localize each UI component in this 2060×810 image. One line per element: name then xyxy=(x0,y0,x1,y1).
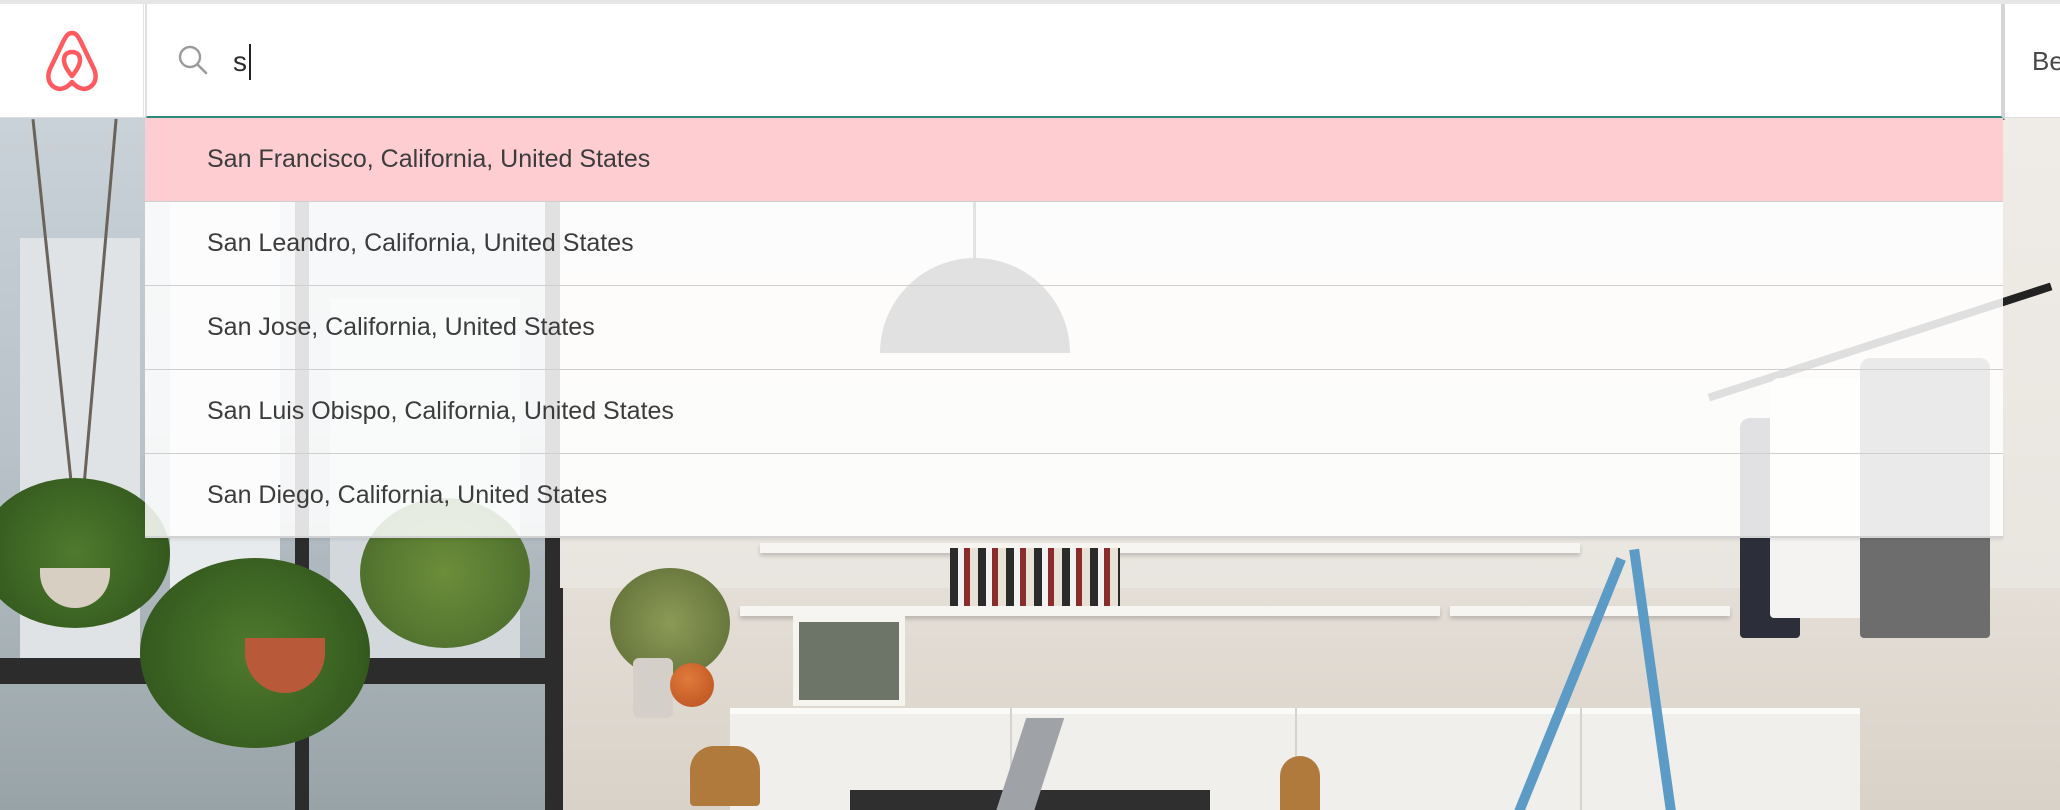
suggestion-item[interactable]: San Jose, California, United States xyxy=(145,286,2003,370)
framed-photo xyxy=(793,616,905,706)
suggestion-item[interactable]: San Luis Obispo, California, United Stat… xyxy=(145,370,2003,454)
wall-shelf xyxy=(760,543,1580,553)
airbnb-belo-icon xyxy=(45,30,98,92)
top-bar: s Be xyxy=(0,0,2060,120)
suggestion-item[interactable]: San Francisco, California, United States xyxy=(145,118,2003,202)
suggestion-label: San Jose, California, United States xyxy=(207,313,595,341)
suggestion-label: San Leandro, California, United States xyxy=(207,229,634,257)
search-input[interactable]: s xyxy=(233,44,247,80)
nav-link-become-host[interactable]: Be xyxy=(2010,4,2060,118)
chair xyxy=(1280,756,1320,810)
vase xyxy=(633,658,673,718)
wall-shelf xyxy=(1450,606,1730,616)
suggestion-item[interactable]: San Leandro, California, United States xyxy=(145,202,2003,286)
home-logo-link[interactable] xyxy=(0,4,144,118)
chair xyxy=(690,746,760,806)
cabinet-divider xyxy=(1580,708,1582,810)
book-row xyxy=(950,548,1120,606)
suggestion-item[interactable]: San Diego, California, United States xyxy=(145,454,2003,538)
suggestion-label: San Diego, California, United States xyxy=(207,480,608,509)
search-box[interactable]: s xyxy=(145,4,2005,120)
search-icon xyxy=(178,45,208,75)
wall-shelf xyxy=(740,606,1440,616)
text-caret xyxy=(249,44,251,80)
suggestion-label: San Francisco, California, United States xyxy=(207,145,651,173)
suggestion-label: San Luis Obispo, California, United Stat… xyxy=(207,397,674,425)
basketball xyxy=(670,663,714,707)
suggestions-list: San Francisco, California, United States… xyxy=(145,118,2003,538)
